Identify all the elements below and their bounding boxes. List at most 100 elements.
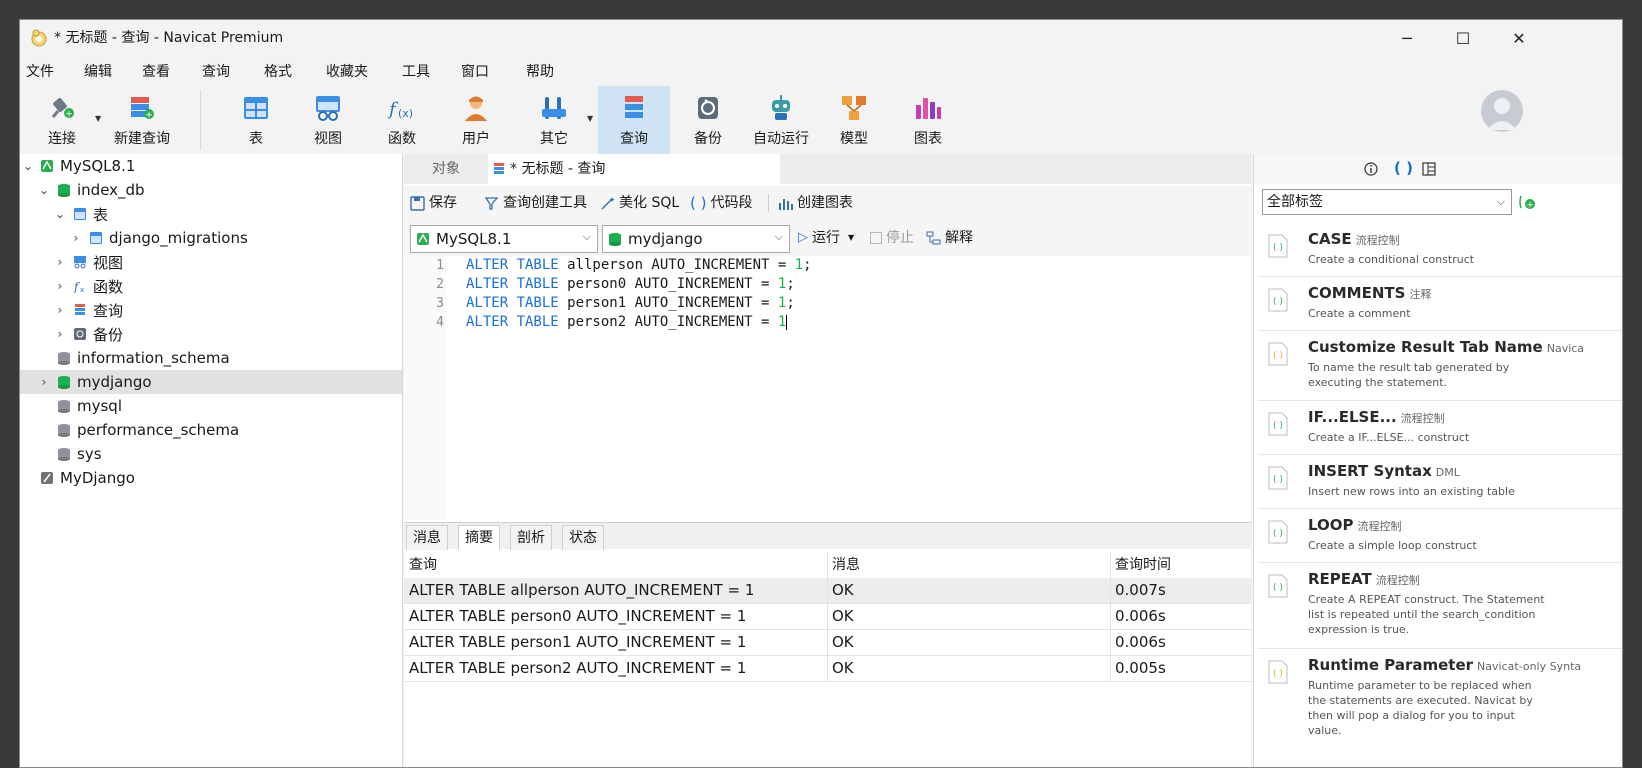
- tab-status[interactable]: 状态: [562, 525, 604, 550]
- sql-text: person0 AUTO_INCREMENT =: [558, 276, 778, 292]
- layout-panel-icon[interactable]: [1422, 162, 1436, 176]
- connection-icon: [41, 472, 53, 484]
- cell-time: 0.006s: [1115, 607, 1166, 625]
- table-row[interactable]: ALTER TABLE person2 AUTO_INCREMENT = 1 O…: [404, 656, 1251, 682]
- tab-messages[interactable]: 消息: [406, 525, 448, 550]
- close-button[interactable]: ✕: [1491, 20, 1547, 56]
- menu-edit[interactable]: 编辑: [84, 58, 112, 86]
- snippet-tag: 流程控制: [1357, 520, 1402, 533]
- column-header-message[interactable]: 消息: [832, 553, 860, 578]
- beautify-sql-button[interactable]: 美化 SQL: [600, 186, 679, 220]
- chevron-down-icon[interactable]: ⌄: [54, 207, 66, 221]
- tab-profile[interactable]: 剖析: [510, 525, 552, 550]
- chart-button[interactable]: 图表: [900, 86, 956, 154]
- menu-favorites[interactable]: 收藏夹: [326, 58, 368, 86]
- maximize-button[interactable]: ☐: [1435, 20, 1491, 56]
- add-snippet-icon[interactable]: +: [1518, 193, 1536, 211]
- code-brackets-icon[interactable]: ( ): [1394, 159, 1413, 177]
- connection-select[interactable]: MySQL8.1 ⌵: [410, 225, 598, 253]
- explain-button[interactable]: 解释: [926, 221, 973, 255]
- code-line[interactable]: ALTER TABLE person0 AUTO_INCREMENT = 1;: [466, 276, 795, 292]
- snippet-item-runtime-parameter[interactable]: ( ) Runtime Parameter Navicat-only Synta …: [1258, 648, 1622, 738]
- tree-item-mysql[interactable]: mysql: [20, 394, 402, 418]
- code-line[interactable]: ALTER TABLE allperson AUTO_INCREMENT = 1…: [466, 257, 812, 273]
- new-query-button[interactable]: + 新建查询: [110, 86, 174, 154]
- create-chart-button[interactable]: 创建图表: [778, 186, 853, 220]
- column-header-query[interactable]: 查询: [409, 553, 437, 578]
- tree-item-performance-schema[interactable]: performance_schema: [20, 418, 402, 442]
- automation-button[interactable]: 自动运行: [746, 86, 816, 154]
- minimize-button[interactable]: ─: [1379, 20, 1435, 56]
- tree-item-mydjango[interactable]: › mydjango: [20, 370, 402, 394]
- snippet-item-loop[interactable]: ( ) LOOP 流程控制 Create a simple loop constr…: [1258, 508, 1622, 563]
- snippet-tag-filter[interactable]: 全部标签 ⌵: [1262, 189, 1512, 215]
- connect-dropdown-icon[interactable]: ▼: [95, 114, 101, 123]
- snippet-item-insert[interactable]: ( ) INSERT Syntax DML Insert new rows int…: [1258, 454, 1622, 509]
- menu-query[interactable]: 查询: [202, 58, 230, 86]
- tree-item-queries[interactable]: › 查询: [20, 298, 402, 322]
- line-number: 2: [436, 277, 444, 292]
- chevron-right-icon[interactable]: ›: [38, 375, 50, 389]
- svg-text:( ): ( ): [1273, 669, 1283, 679]
- table-row[interactable]: ALTER TABLE person0 AUTO_INCREMENT = 1 O…: [404, 604, 1251, 630]
- toolbar-separator: [200, 90, 201, 150]
- snippet-item-comments[interactable]: ( ) COMMENTS 注释 Create a comment: [1258, 276, 1622, 331]
- user-button[interactable]: 用户: [448, 86, 504, 154]
- query-builder-button[interactable]: 查询创建工具: [484, 186, 587, 220]
- column-header-time[interactable]: 查询时间: [1115, 553, 1171, 578]
- tree-item-mydjango-connection[interactable]: MyDjango: [20, 466, 402, 490]
- table-row[interactable]: ALTER TABLE allperson AUTO_INCREMENT = 1…: [404, 578, 1251, 604]
- other-button[interactable]: 其它: [526, 86, 582, 154]
- backup-button[interactable]: 备份: [680, 86, 736, 154]
- tree-item-sys[interactable]: sys: [20, 442, 402, 466]
- tab-summary[interactable]: 摘要: [458, 525, 500, 550]
- tab-query[interactable]: * 无标题 - 查询: [488, 154, 780, 184]
- chevron-right-icon[interactable]: ›: [70, 231, 82, 245]
- sql-editor[interactable]: 1 2 3 4 ALTER TABLE allperson AUTO_INCRE…: [404, 256, 1251, 520]
- menu-format[interactable]: 格式: [264, 58, 292, 86]
- tree-item-django-migrations[interactable]: › django_migrations: [20, 226, 402, 250]
- chevron-right-icon[interactable]: ›: [54, 279, 66, 293]
- tree-item-index-db[interactable]: ⌄ index_db: [20, 178, 402, 202]
- tree-item-functions[interactable]: › fx 函数: [20, 274, 402, 298]
- menu-view[interactable]: 查看: [142, 58, 170, 86]
- database-select[interactable]: mydjango ⌵: [602, 225, 790, 253]
- other-dropdown-icon[interactable]: ▼: [587, 114, 593, 123]
- connect-button[interactable]: + 连接: [36, 86, 88, 154]
- function-button[interactable]: f (x) 函数: [374, 86, 430, 154]
- info-icon[interactable]: [1364, 162, 1378, 176]
- run-button[interactable]: ▷ 运行 ▼: [798, 221, 854, 255]
- code-line[interactable]: ALTER TABLE person2 AUTO_INCREMENT = 1: [466, 314, 788, 330]
- tree-item-mysql81[interactable]: ⌄ MySQL8.1: [20, 154, 402, 178]
- menu-help[interactable]: 帮助: [526, 58, 554, 86]
- database-select-value: mydjango: [628, 230, 703, 248]
- tree-item-views[interactable]: › 视图: [20, 250, 402, 274]
- run-dropdown-icon[interactable]: ▼: [848, 221, 854, 255]
- snippet-item-repeat[interactable]: ( ) REPEAT 流程控制 Create A REPEAT construct…: [1258, 562, 1622, 649]
- tree-item-information-schema[interactable]: information_schema: [20, 346, 402, 370]
- save-button[interactable]: 保存: [410, 186, 457, 220]
- chevron-right-icon[interactable]: ›: [54, 303, 66, 317]
- chevron-down-icon[interactable]: ⌄: [38, 183, 50, 197]
- model-button[interactable]: 模型: [826, 86, 882, 154]
- menu-file[interactable]: 文件: [26, 58, 54, 86]
- avatar[interactable]: [1481, 90, 1523, 132]
- code-line[interactable]: ALTER TABLE person1 AUTO_INCREMENT = 1;: [466, 295, 795, 311]
- snippet-item-if-else[interactable]: ( ) IF...ELSE... 流程控制 Create a IF...ELSE.…: [1258, 400, 1622, 455]
- tree-item-backups[interactable]: › 备份: [20, 322, 402, 346]
- stop-button[interactable]: 停止: [870, 221, 914, 255]
- table-row[interactable]: ALTER TABLE person1 AUTO_INCREMENT = 1 O…: [404, 630, 1251, 656]
- snippet-item-case[interactable]: ( ) CASE 流程控制 Create a conditional constr…: [1258, 222, 1622, 277]
- menu-tools[interactable]: 工具: [402, 58, 430, 86]
- snippet-item-customize-result-tab[interactable]: ( ) Customize Result Tab Name Navica To n…: [1258, 330, 1622, 401]
- tree-item-tables[interactable]: ⌄ 表: [20, 202, 402, 226]
- table-button[interactable]: 表: [228, 86, 284, 154]
- chevron-right-icon[interactable]: ›: [54, 327, 66, 341]
- tab-objects[interactable]: 对象: [404, 154, 488, 184]
- view-button[interactable]: 视图: [300, 86, 356, 154]
- code-snippet-button[interactable]: ( ) 代码段: [690, 186, 752, 220]
- chevron-right-icon[interactable]: ›: [54, 255, 66, 269]
- chevron-down-icon[interactable]: ⌄: [22, 159, 34, 173]
- menu-window[interactable]: 窗口: [461, 58, 489, 86]
- query-button[interactable]: 查询: [598, 86, 670, 154]
